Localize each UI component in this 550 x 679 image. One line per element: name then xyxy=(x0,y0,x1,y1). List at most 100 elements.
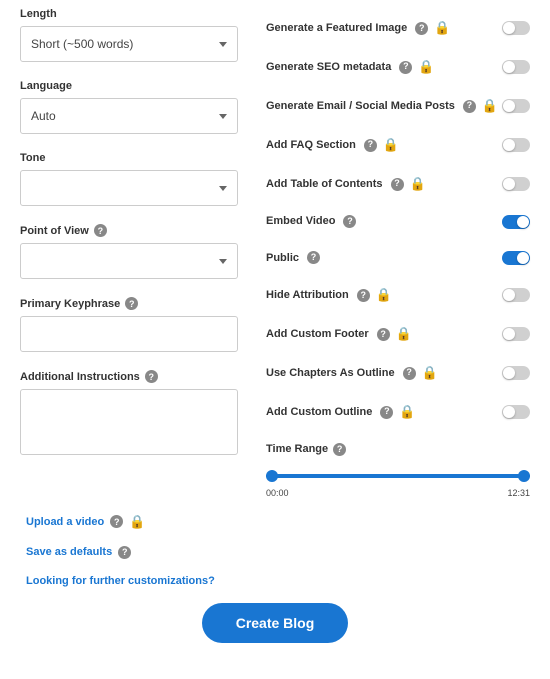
chevron-down-icon xyxy=(219,42,227,47)
help-icon[interactable]: ? xyxy=(463,100,476,113)
toggle-row-hide-attribution: Hide Attribution ? 🔒 xyxy=(266,287,530,304)
toggle-label-toc: Add Table of Contents xyxy=(266,177,383,191)
help-icon[interactable]: ? xyxy=(415,22,428,35)
help-icon[interactable]: ? xyxy=(403,367,416,380)
toggle-social[interactable] xyxy=(502,99,530,113)
toggle-public[interactable] xyxy=(502,251,530,265)
help-icon[interactable]: ? xyxy=(307,251,320,264)
label-tone: Tone xyxy=(20,152,45,164)
link-upload-video[interactable]: Upload a video xyxy=(26,516,104,528)
select-pov[interactable] xyxy=(20,243,238,279)
toggle-row-faq: Add FAQ Section ? 🔒 xyxy=(266,137,530,154)
slider-handle-right[interactable] xyxy=(518,470,530,482)
field-language: Language Auto xyxy=(20,80,238,134)
help-icon[interactable]: ? xyxy=(364,139,377,152)
link-row-customizations: Looking for further customizations? xyxy=(26,575,530,587)
toggle-row-chapters: Use Chapters As Outline ? 🔒 xyxy=(266,365,530,382)
time-range-section: Time Range ? 00:00 12:31 xyxy=(266,443,530,498)
time-range-start: 00:00 xyxy=(266,488,289,498)
field-pov: Point of View ? xyxy=(20,224,238,279)
label-length: Length xyxy=(20,8,57,20)
chevron-down-icon xyxy=(219,186,227,191)
label-pov: Point of View xyxy=(20,225,89,237)
field-length: Length Short (~500 words) xyxy=(20,8,238,62)
input-keyphrase[interactable] xyxy=(20,316,238,352)
time-range-end: 12:31 xyxy=(507,488,530,498)
toggle-toc[interactable] xyxy=(502,177,530,191)
label-keyphrase: Primary Keyphrase xyxy=(20,298,120,310)
chevron-down-icon xyxy=(219,259,227,264)
help-icon[interactable]: ? xyxy=(399,61,412,74)
help-icon[interactable]: ? xyxy=(380,406,393,419)
help-icon[interactable]: ? xyxy=(145,370,158,383)
toggle-label-public: Public xyxy=(266,251,299,265)
label-language: Language xyxy=(20,80,72,92)
help-icon[interactable]: ? xyxy=(118,546,131,559)
field-instructions: Additional Instructions ? xyxy=(20,370,238,460)
toggle-label-faq: Add FAQ Section xyxy=(266,138,356,152)
link-customizations[interactable]: Looking for further customizations? xyxy=(26,575,215,587)
toggle-featured-image[interactable] xyxy=(502,21,530,35)
right-toggle-column: Generate a Featured Image ? 🔒 Generate S… xyxy=(266,8,530,498)
time-range-slider[interactable] xyxy=(266,466,530,486)
help-icon[interactable]: ? xyxy=(110,515,123,528)
toggle-row-custom-outline: Add Custom Outline ? 🔒 xyxy=(266,404,530,421)
toggle-seo[interactable] xyxy=(502,60,530,74)
select-language[interactable]: Auto xyxy=(20,98,238,134)
toggle-faq[interactable] xyxy=(502,138,530,152)
textarea-instructions[interactable] xyxy=(20,389,238,455)
toggle-label-social: Generate Email / Social Media Posts xyxy=(266,99,455,113)
select-tone[interactable] xyxy=(20,170,238,206)
select-length-value: Short (~500 words) xyxy=(31,37,133,51)
toggle-chapters[interactable] xyxy=(502,366,530,380)
help-icon[interactable]: ? xyxy=(343,215,356,228)
toggle-row-social: Generate Email / Social Media Posts ? 🔒 xyxy=(266,98,530,115)
toggle-embed-video[interactable] xyxy=(502,215,530,229)
create-blog-button[interactable]: Create Blog xyxy=(202,603,349,643)
toggle-hide-attribution[interactable] xyxy=(502,288,530,302)
lock-icon: 🔒 xyxy=(376,287,392,304)
lock-icon: 🔒 xyxy=(482,98,498,115)
link-row-save-defaults: Save as defaults ? xyxy=(26,546,530,559)
toggle-label-custom-outline: Add Custom Outline xyxy=(266,405,372,419)
help-icon[interactable]: ? xyxy=(391,178,404,191)
lock-icon: 🔒 xyxy=(418,59,434,76)
chevron-down-icon xyxy=(219,114,227,119)
field-keyphrase: Primary Keyphrase ? xyxy=(20,297,238,352)
field-tone: Tone xyxy=(20,152,238,206)
lock-icon: 🔒 xyxy=(383,137,399,154)
lock-icon: 🔒 xyxy=(129,514,145,530)
help-icon[interactable]: ? xyxy=(377,328,390,341)
link-row-upload: Upload a video ? 🔒 xyxy=(26,514,530,530)
toggle-label-seo: Generate SEO metadata xyxy=(266,60,391,74)
toggle-row-seo: Generate SEO metadata ? 🔒 xyxy=(266,59,530,76)
link-save-defaults[interactable]: Save as defaults xyxy=(26,546,112,558)
select-length[interactable]: Short (~500 words) xyxy=(20,26,238,62)
toggle-label-featured-image: Generate a Featured Image xyxy=(266,21,407,35)
toggle-custom-footer[interactable] xyxy=(502,327,530,341)
select-language-value: Auto xyxy=(31,109,56,123)
toggle-label-embed-video: Embed Video xyxy=(266,214,335,228)
label-instructions: Additional Instructions xyxy=(20,371,140,383)
left-form-column: Length Short (~500 words) Language Auto … xyxy=(20,8,238,498)
toggle-row-toc: Add Table of Contents ? 🔒 xyxy=(266,176,530,193)
slider-line xyxy=(266,474,530,478)
lock-icon: 🔒 xyxy=(396,326,412,343)
toggle-row-embed-video: Embed Video ? xyxy=(266,214,530,228)
lock-icon: 🔒 xyxy=(410,176,426,193)
links-section: Upload a video ? 🔒 Save as defaults ? Lo… xyxy=(0,498,550,587)
toggle-label-hide-attribution: Hide Attribution xyxy=(266,288,349,302)
button-area: Create Blog xyxy=(0,603,550,643)
help-icon[interactable]: ? xyxy=(333,443,346,456)
help-icon[interactable]: ? xyxy=(94,224,107,237)
help-icon[interactable]: ? xyxy=(357,289,370,302)
lock-icon: 🔒 xyxy=(422,365,438,382)
slider-handle-left[interactable] xyxy=(266,470,278,482)
toggle-row-public: Public ? xyxy=(266,251,530,265)
toggle-label-custom-footer: Add Custom Footer xyxy=(266,327,369,341)
help-icon[interactable]: ? xyxy=(125,297,138,310)
lock-icon: 🔒 xyxy=(399,404,415,421)
toggle-custom-outline[interactable] xyxy=(502,405,530,419)
toggle-label-chapters: Use Chapters As Outline xyxy=(266,366,395,380)
toggle-row-custom-footer: Add Custom Footer ? 🔒 xyxy=(266,326,530,343)
